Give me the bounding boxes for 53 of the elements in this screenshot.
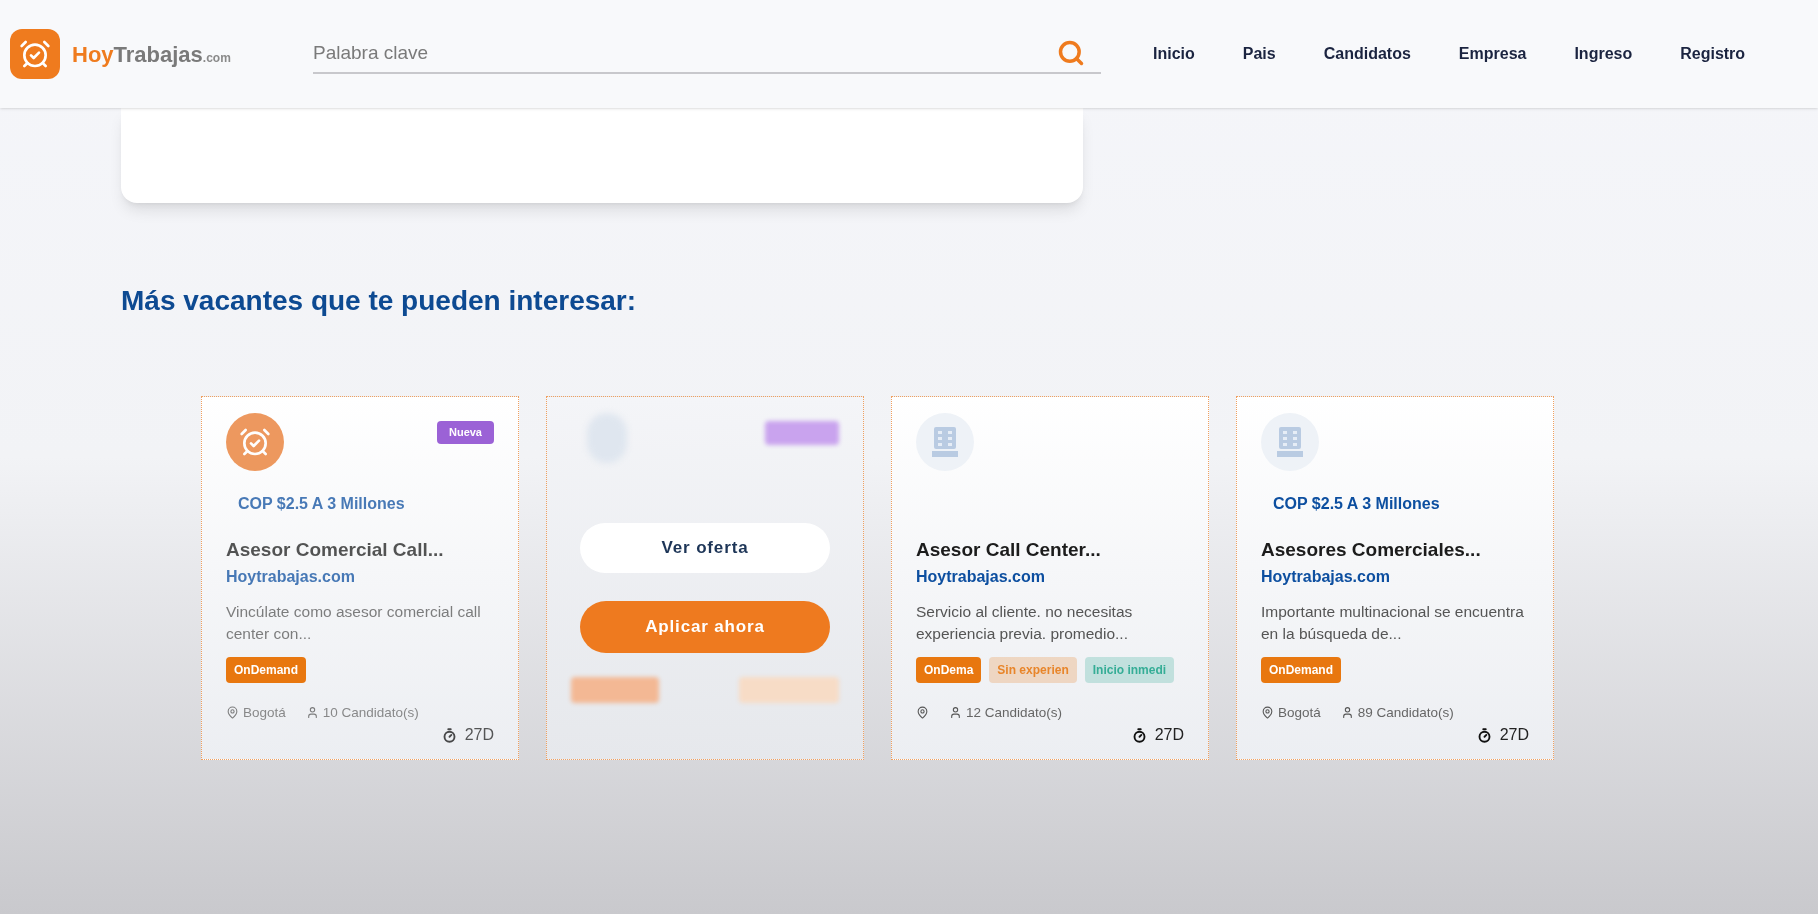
tag-label: Inicio inmedi — [1092, 662, 1167, 677]
days-left: 27D — [1154, 725, 1184, 745]
tag: OnDema — [916, 656, 982, 683]
salary: COP $2.5 A 3 Millones — [238, 494, 405, 515]
building-icon — [930, 425, 960, 459]
job-card[interactable]: Asesor Call Center... Hoytrabajas.com Servicio al cliente. no necesitas experiencia previa. promedio... OnDema Sin experien Inicio inmedi 12 Candidato(s) 27D — [891, 396, 1209, 760]
candidate-count: 89 Candidato(s) — [1357, 703, 1454, 722]
location: Bogotá — [1278, 703, 1321, 722]
job-card[interactable]: COP $2.5 A 3 Millones Asesores Comerciales... Hoytrabajas.com Importante multinacional se encuentra en la búsqueda de... OnDemand Bogotá 89 Candidato(s) 27D — [1236, 396, 1554, 760]
person-icon — [949, 706, 962, 720]
new-badge: Nueva — [436, 421, 494, 444]
nav-link[interactable]: Empresa — [1458, 42, 1527, 66]
stopwatch-icon — [1476, 727, 1492, 743]
building-icon — [1275, 425, 1305, 459]
logo-icon[interactable] — [10, 29, 60, 79]
alarm-clock-icon — [239, 426, 271, 458]
days-left: 27D — [1499, 725, 1529, 745]
job-title[interactable]: Asesor Call Center... — [916, 536, 1184, 565]
job-description: Importante multinacional se encuentra en la búsqueda de... — [1261, 601, 1525, 644]
nav-link[interactable]: Pais — [1242, 42, 1276, 66]
job-description: Vincúlate como asesor comercial call center con... — [226, 601, 482, 644]
location-pin-icon — [916, 706, 929, 720]
job-title[interactable]: Asesores Comerciales... — [1261, 536, 1529, 565]
search-icon[interactable] — [1057, 39, 1085, 67]
nav-link[interactable]: Inicio — [1153, 42, 1195, 66]
company-name[interactable]: Hoytrabajas.com — [916, 564, 1184, 589]
job-description: Servicio al cliente. no necesitas experiencia previa. promedio... — [916, 601, 1134, 644]
nav-link[interactable]: Candidatos — [1323, 42, 1411, 66]
nav-link[interactable]: Registro — [1680, 42, 1746, 66]
location-pin-icon — [1261, 706, 1274, 720]
nav-link[interactable]: Ingreso — [1574, 42, 1633, 66]
tag: OnDemand — [1261, 656, 1341, 683]
person-icon — [305, 706, 319, 720]
section-heading: Más vacantes que te pueden interesar: — [121, 284, 638, 318]
days-left: 27D — [464, 725, 494, 745]
stopwatch-icon — [441, 727, 457, 743]
tag: OnDemand — [226, 656, 306, 683]
candidate-count: 10 Candidato(s) — [322, 703, 419, 722]
view-offer-button[interactable]: Ver oferta — [580, 523, 830, 573]
candidate-count: 12 Candidato(s) — [966, 703, 1063, 722]
location-pin-icon — [226, 706, 239, 720]
salary: COP $2.5 A 3 Millones — [1273, 494, 1440, 515]
person-icon — [1340, 706, 1354, 720]
logo-text[interactable]: HoyTrabajas.com — [72, 37, 231, 71]
job-card[interactable]: Ver oferta Aplicar ahora — [546, 396, 864, 760]
tag-label: Sin experien — [997, 662, 1069, 677]
location: Bogotá — [243, 703, 286, 722]
company-name[interactable]: Hoytrabajas.com — [1261, 564, 1529, 589]
company-name[interactable]: Hoytrabajas.com — [226, 564, 494, 589]
job-card[interactable]: Nueva COP $2.5 A 3 Millones Asesor Comercial Call... Hoytrabajas.com Vincúlate como asesor comercial call center con... OnDemand Bogotá 10 Candidato(s) 27D — [201, 396, 519, 760]
stopwatch-icon — [1131, 727, 1147, 743]
job-title[interactable]: Asesor Comercial Call... — [226, 536, 494, 565]
search-field[interactable]: Palabra clave — [313, 34, 1101, 74]
